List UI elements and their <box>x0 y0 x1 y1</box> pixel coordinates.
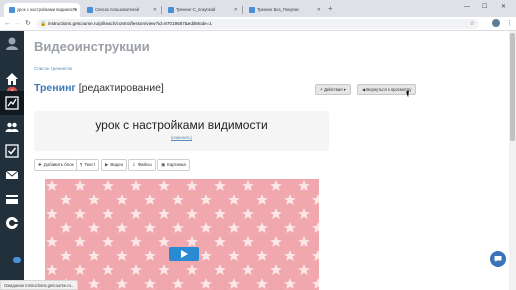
reload-icon[interactable]: ↻ <box>25 18 31 30</box>
chat-widget-button[interactable] <box>490 251 506 267</box>
tab-title: Тренинг С_покупкой <box>176 7 216 12</box>
back-label: Вернуться к просмотру <box>366 87 412 92</box>
sidebar-item-users[interactable] <box>0 115 24 139</box>
browser-status-bar: Ожидание instructions.getcourse.ru... <box>0 280 79 290</box>
tab-title: урок с настройками видимости <box>17 7 78 12</box>
bookmark-star-icon[interactable]: ☆ <box>470 19 475 29</box>
favicon-icon <box>9 7 15 13</box>
browser-toolbar: ← → ↻ 🔒 instructions.getcourse.ru/pl/tea… <box>0 17 516 31</box>
back-arrow-icon[interactable]: ← <box>4 18 11 30</box>
image-icon: ▣ <box>161 162 166 167</box>
tab-separator <box>161 6 162 14</box>
close-tab-icon[interactable]: ✕ <box>73 3 77 17</box>
edit-mode-label: [редактирование] <box>78 82 164 94</box>
tab-title: Список пользователей <box>95 7 140 12</box>
tasks-icon <box>5 144 19 158</box>
sidebar-item-training[interactable] <box>0 91 24 115</box>
tab-separator <box>242 6 243 14</box>
sidebar-item-sales[interactable] <box>0 187 24 211</box>
close-tab-icon[interactable]: ✕ <box>317 3 321 17</box>
rename-link[interactable]: (изменить) <box>34 135 329 140</box>
lesson-title: урок с настройками видимости <box>95 118 268 132</box>
new-tab-icon[interactable]: + <box>328 3 333 15</box>
add-files-label: Файлы <box>137 162 152 167</box>
minimize-icon[interactable]: — <box>464 2 470 12</box>
browser-tabstrip: урок с настройками видимости ✕ Список по… <box>0 0 516 17</box>
scrollbar-thumb[interactable] <box>510 33 515 141</box>
back-icon: ◀ <box>362 87 366 92</box>
favicon-icon <box>249 7 255 13</box>
add-block-button[interactable]: ✚ Добавить блок <box>34 159 78 171</box>
avatar-icon <box>6 37 18 50</box>
text-icon: ¶ <box>80 162 83 167</box>
breadcrumb-link[interactable]: Список тренингов <box>34 66 72 71</box>
add-video-label: Видео <box>110 162 124 167</box>
sidebar-item-mail[interactable] <box>0 163 24 187</box>
video-star-pattern <box>45 179 319 290</box>
profile-icon[interactable] <box>492 19 500 27</box>
browser-tab-active[interactable]: урок с настройками видимости ✕ <box>4 3 80 17</box>
add-block-label: Добавить блок <box>43 162 74 167</box>
lock-icon: 🔒 <box>40 21 47 27</box>
plus-icon: ✚ <box>38 162 42 167</box>
browser-tab[interactable]: Список пользователей ✕ <box>82 3 160 17</box>
logo-icon <box>6 217 18 229</box>
favicon-icon <box>87 7 93 13</box>
logo-badge <box>13 257 21 263</box>
sidebar: 4 <box>0 31 24 290</box>
video-icon: ▶ <box>105 162 109 167</box>
url-text[interactable]: instructions.getcourse.ru/pl/teach/contr… <box>48 19 212 29</box>
close-tab-icon[interactable]: ✕ <box>234 3 238 17</box>
lesson-heading: Тренинг [редактирование] <box>34 82 164 94</box>
add-image-button[interactable]: ▣ Картинка <box>157 159 190 171</box>
address-bar[interactable]: 🔒 instructions.getcourse.ru/pl/teach/con… <box>36 19 479 29</box>
favicon-icon <box>168 7 174 13</box>
sidebar-item-home[interactable] <box>0 67 24 91</box>
bolt-icon: ⚡ <box>320 87 323 92</box>
actions-dropdown-button[interactable]: ⚡ Действия ▾ <box>315 84 351 95</box>
mail-icon <box>5 170 19 179</box>
maximize-icon[interactable]: ☐ <box>482 2 487 12</box>
browser-tab[interactable]: Тренинг С_покупкой ✕ <box>163 3 241 17</box>
page-title: Видеоинструкции <box>34 39 150 54</box>
sidebar-item-logo[interactable] <box>0 211 24 235</box>
actions-label: Действия <box>324 87 343 92</box>
home-icon <box>6 73 18 85</box>
close-window-icon[interactable]: ✕ <box>501 2 506 12</box>
play-button[interactable] <box>169 247 199 261</box>
add-files-button[interactable]: ⇩ Файлы <box>128 159 156 171</box>
close-tab-icon[interactable]: ✕ <box>153 3 157 17</box>
menu-icon[interactable]: ⋮ <box>506 18 513 30</box>
chart-icon <box>5 96 19 110</box>
add-image-label: Картинка <box>167 162 186 167</box>
files-icon: ⇩ <box>132 162 136 167</box>
caret-down-icon: ▾ <box>343 87 346 92</box>
add-video-button[interactable]: ▶ Видео <box>101 159 128 171</box>
browser-tab[interactable]: Тренинг Без_Покупки ✕ <box>244 3 324 17</box>
tab-title: Тренинг Без_Покупки <box>257 7 299 12</box>
training-link[interactable]: Тренинг <box>34 82 76 94</box>
forward-arrow-icon[interactable]: → <box>14 18 21 30</box>
users-icon <box>5 122 19 132</box>
sales-icon <box>6 195 18 204</box>
video-player[interactable] <box>45 179 319 290</box>
sidebar-item-tasks[interactable] <box>0 139 24 163</box>
add-text-button[interactable]: ¶ Текст <box>76 159 100 171</box>
lesson-title-card: урок с настройками видимости (изменить) <box>34 111 329 151</box>
add-text-label: Текст <box>84 162 96 167</box>
main-content: Видеоинструкции Список тренингов Тренинг… <box>24 31 516 290</box>
chat-bubble-icon <box>494 256 502 262</box>
sidebar-avatar[interactable] <box>0 31 24 55</box>
